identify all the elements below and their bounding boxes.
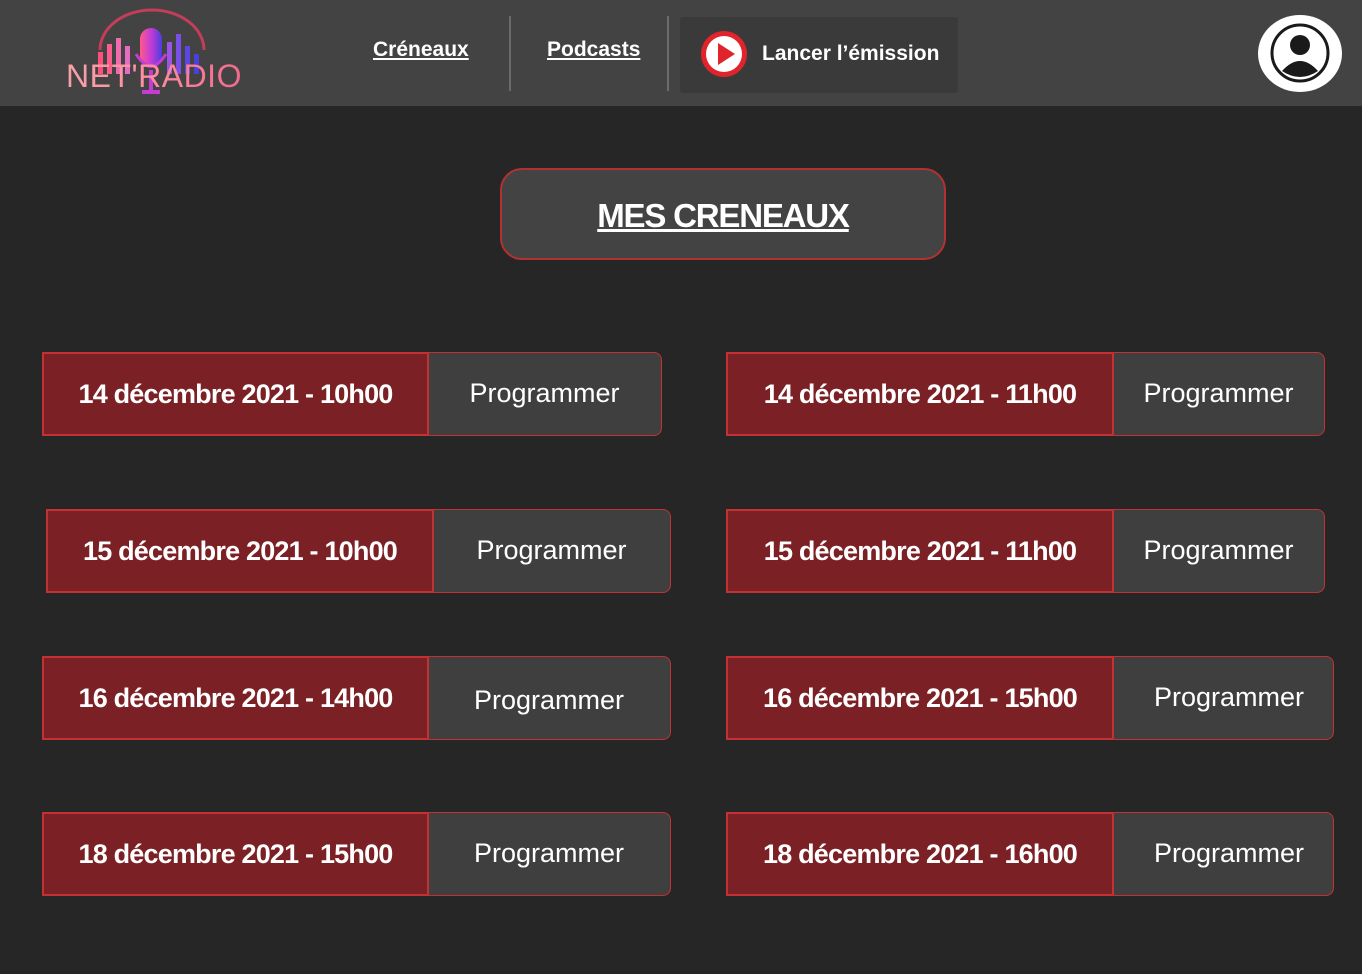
user-avatar-button[interactable] — [1258, 15, 1342, 92]
page-title: MES CRENEAUX — [597, 197, 850, 234]
schedule-button[interactable]: Programmer — [1112, 352, 1325, 436]
schedule-button[interactable]: Programmer — [1112, 509, 1325, 593]
slot-date-label: 16 décembre 2021 - 14h00 — [42, 656, 429, 740]
top-navbar: NET'RADIO Créneaux Podcasts Lancer l’émi… — [0, 0, 1362, 106]
slot-date-label: 18 décembre 2021 - 15h00 — [42, 812, 429, 896]
schedule-button[interactable]: Programmer — [1112, 656, 1334, 740]
slot-date-label: 15 décembre 2021 - 10h00 — [46, 509, 434, 593]
slot-date-label: 14 décembre 2021 - 10h00 — [42, 352, 429, 436]
slot-date-label: 14 décembre 2021 - 11h00 — [726, 352, 1114, 436]
launch-show-label: Lancer l’émission — [762, 42, 940, 65]
schedule-button[interactable]: Programmer — [427, 656, 671, 740]
nav-divider — [667, 16, 669, 91]
launch-show-button[interactable]: Lancer l’émission — [680, 17, 958, 93]
play-icon — [701, 31, 747, 77]
schedule-button[interactable]: Programmer — [427, 352, 662, 436]
schedule-button[interactable]: Programmer — [427, 812, 671, 896]
logo[interactable]: NET'RADIO — [64, 8, 244, 100]
slot-date-label: 15 décembre 2021 - 11h00 — [726, 509, 1114, 593]
user-icon — [1270, 23, 1330, 83]
schedule-button[interactable]: Programmer — [1112, 812, 1334, 896]
logo-text: NET'RADIO — [66, 58, 242, 94]
page-title-box: MES CRENEAUX — [500, 168, 946, 260]
nav-divider — [509, 16, 511, 91]
schedule-button[interactable]: Programmer — [432, 509, 671, 593]
slot-date-label: 16 décembre 2021 - 15h00 — [726, 656, 1114, 740]
slot-date-label: 18 décembre 2021 - 16h00 — [726, 812, 1114, 896]
nav-link-creneaux[interactable]: Créneaux — [373, 38, 469, 62]
nav-link-podcasts[interactable]: Podcasts — [547, 38, 640, 62]
